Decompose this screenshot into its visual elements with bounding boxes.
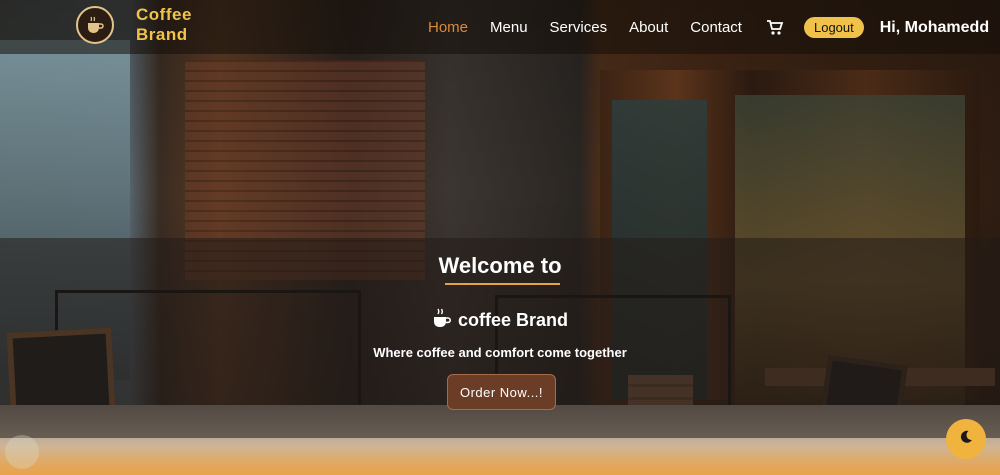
logout-button[interactable]: Logout bbox=[803, 17, 864, 38]
nav-link-contact[interactable]: Contact bbox=[690, 19, 742, 36]
brand-name-line1: Coffee bbox=[136, 5, 192, 24]
hero-subtitle-row: coffee Brand bbox=[0, 307, 1000, 334]
hero-title: Welcome to bbox=[438, 253, 562, 278]
brand-name: Coffee Brand bbox=[136, 5, 192, 45]
hero-tagline: Where coffee and comfort come together bbox=[373, 345, 627, 360]
order-now-button[interactable]: Order Now...! bbox=[447, 374, 556, 410]
navbar: Coffee Brand Home Menu Services About Co… bbox=[0, 0, 1000, 54]
user-greeting: Hi, Mohamedd bbox=[879, 18, 990, 36]
nav-link-menu[interactable]: Menu bbox=[490, 19, 528, 36]
cart-icon[interactable] bbox=[766, 19, 784, 36]
nav-link-home[interactable]: Home bbox=[428, 19, 468, 36]
coffee-logo-icon bbox=[76, 6, 114, 44]
hero-subtitle: coffee Brand bbox=[457, 310, 569, 330]
coffee-cup-icon bbox=[432, 307, 452, 334]
nav-link-services[interactable]: Services bbox=[550, 19, 608, 36]
corner-badge bbox=[5, 435, 39, 469]
nav-links: Home Menu Services About Contact Logout … bbox=[428, 17, 989, 38]
hero-title-underline bbox=[445, 283, 560, 285]
brand-name-line2: Brand bbox=[136, 25, 188, 44]
theme-toggle-button[interactable] bbox=[946, 419, 986, 459]
moon-icon bbox=[958, 429, 974, 450]
nav-link-about[interactable]: About bbox=[629, 19, 668, 36]
brand[interactable]: Coffee Brand bbox=[76, 5, 192, 45]
